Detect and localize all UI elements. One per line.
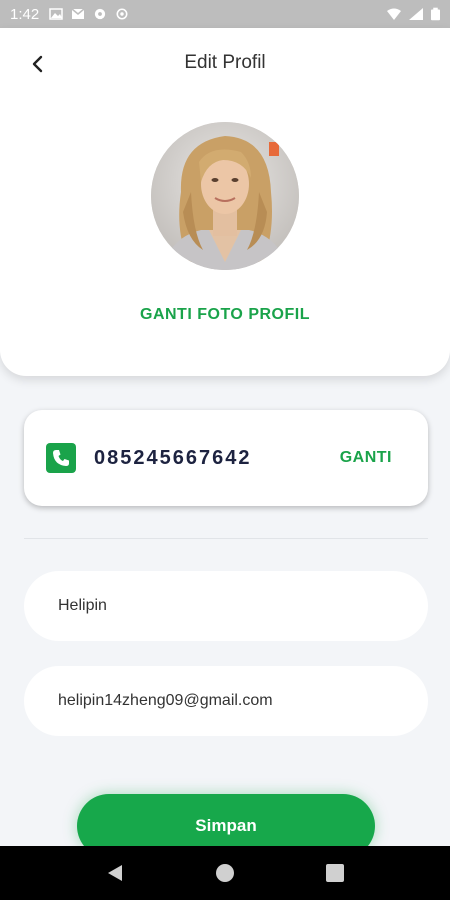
change-photo-link[interactable]: GANTI FOTO PROFIL [0,306,450,324]
gallery-icon [49,8,63,20]
circle-home-icon [216,864,234,882]
email-input[interactable] [58,692,394,710]
phone-number: 085245667642 [94,446,252,469]
profile-header-card: Edit Profil GANTI FOTO PROFIL [0,28,450,376]
sync-icon [116,8,128,20]
nav-back-button[interactable] [100,858,130,888]
football-icon [95,8,106,20]
name-input[interactable] [58,597,394,615]
battery-icon [431,7,440,21]
page-title: Edit Profil [184,52,266,73]
change-phone-button[interactable]: GANTI [340,449,392,467]
square-recents-icon [326,864,344,882]
notification-icons [49,8,129,20]
nav-home-button[interactable] [210,858,240,888]
divider [24,538,428,539]
system-icons [387,7,440,21]
wifi-icon [387,8,401,20]
status-time: 1:42 [10,5,40,23]
phone-card: 085245667642 GANTI [24,410,428,506]
name-field[interactable] [24,571,428,641]
signal-icon [409,8,423,20]
avatar[interactable] [151,122,299,270]
email-field[interactable] [24,666,428,736]
status-bar: 1:42 [0,0,450,28]
phone-icon [46,443,76,473]
nav-recents-button[interactable] [320,858,350,888]
mail-icon [71,8,85,19]
triangle-back-icon [108,865,122,881]
profile-photo [151,122,299,270]
navigation-bar [0,846,450,900]
